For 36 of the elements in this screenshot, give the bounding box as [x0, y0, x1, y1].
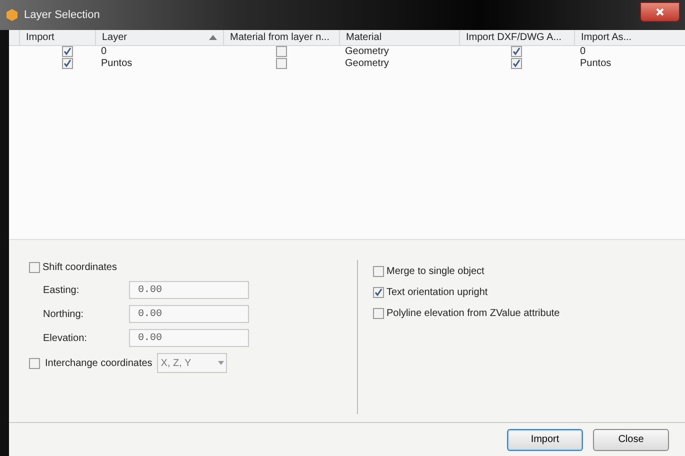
app-icon: [5, 8, 19, 22]
table-cell: 0: [101, 46, 107, 58]
field-label: Elevation:: [43, 332, 88, 346]
checkbox-label[interactable]: Merge to single object: [386, 264, 484, 279]
table-cell: Geometry: [345, 58, 389, 70]
close-button[interactable]: Close: [593, 428, 669, 450]
close-button[interactable]: [640, 2, 680, 22]
checkbox[interactable]: [62, 46, 72, 57]
checkbox[interactable]: [511, 58, 522, 69]
field-label: Easting:: [43, 284, 80, 298]
field-label: Northing:: [43, 308, 85, 322]
table-cell: Geometry: [345, 46, 389, 58]
column-header[interactable]: Material from layer n...: [223, 30, 339, 45]
checkbox-label[interactable]: Shift coordinates: [42, 260, 117, 275]
checkbox-label[interactable]: Text orientation upright: [386, 285, 488, 300]
checkbox-label[interactable]: Polyline elevation from ZValue attribute: [386, 306, 560, 321]
column-header[interactable]: Import DXF/DWG A...: [459, 30, 574, 45]
table-cell: Puntos: [580, 58, 612, 70]
column-header[interactable]: Import As...: [574, 30, 685, 45]
checkbox[interactable]: [276, 46, 286, 57]
import-button[interactable]: Import: [507, 428, 583, 450]
column-header[interactable]: Import: [19, 30, 95, 45]
table-cell: 0: [580, 46, 586, 58]
checkbox[interactable]: [373, 266, 384, 277]
checkbox[interactable]: [29, 262, 40, 273]
checkbox[interactable]: [511, 46, 522, 57]
caret-icon: [218, 361, 224, 365]
checkbox[interactable]: [62, 58, 72, 69]
column-header[interactable]: Layer: [95, 30, 223, 45]
checkbox[interactable]: [373, 308, 384, 319]
checkbox[interactable]: [276, 58, 286, 69]
table-cell: Puntos: [101, 58, 132, 70]
column-header[interactable]: Material: [339, 30, 459, 45]
close-icon: [656, 8, 664, 16]
checkbox[interactable]: [373, 287, 384, 298]
window-title: Layer Selection: [24, 8, 100, 23]
